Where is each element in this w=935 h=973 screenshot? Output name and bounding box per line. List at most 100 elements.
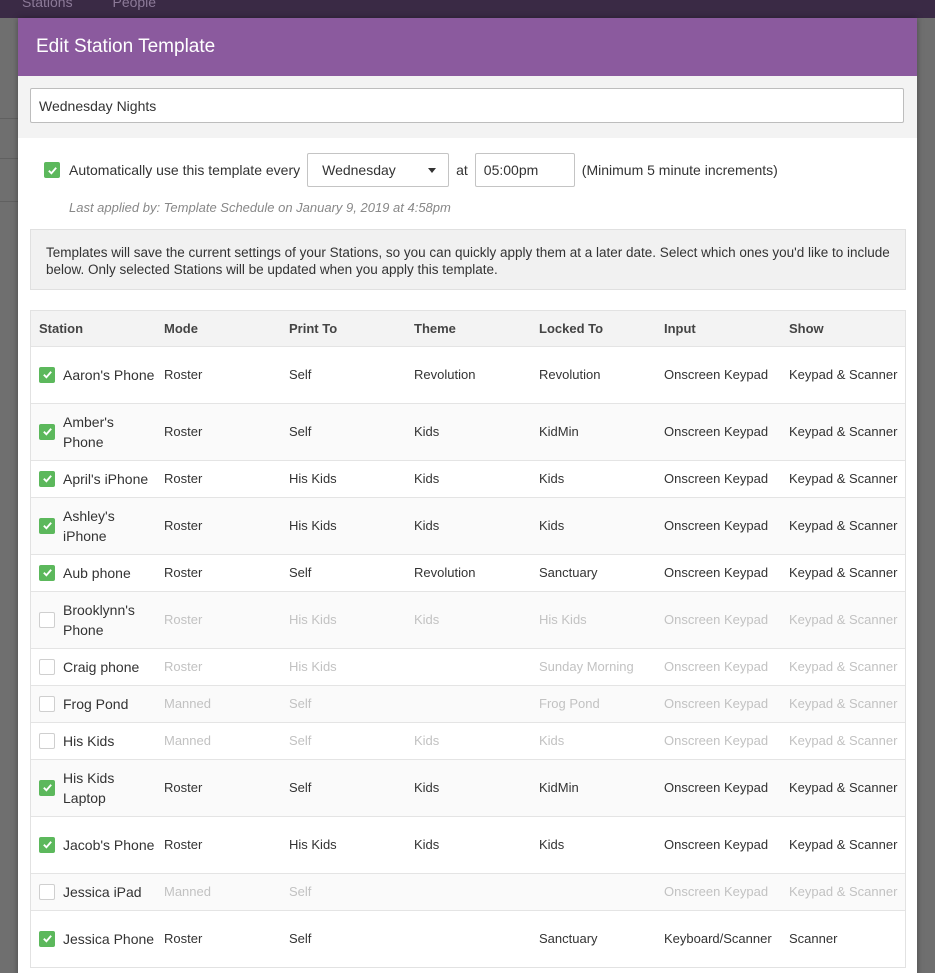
check-icon (42, 841, 52, 849)
last-applied-text: Last applied by: Template Schedule on Ja… (69, 200, 451, 215)
check-icon (42, 371, 52, 379)
station-checkbox[interactable] (39, 695, 55, 712)
cell-locked-to: Sanctuary (531, 909, 656, 967)
cell-theme: Revolution (406, 553, 531, 591)
cell-locked-to: Sunday Morning (531, 647, 656, 685)
table-row: His Kids Manned Self Kids Kids Onscreen Keypa… (31, 721, 905, 759)
cell-input: Onscreen Keypad (656, 684, 781, 722)
station-name: Jessica iPad (63, 883, 142, 900)
station-name: His Kids (63, 732, 115, 749)
station-checkbox[interactable] (39, 836, 55, 853)
cell-theme: Kids (406, 496, 531, 554)
station-cell: His Kids (31, 721, 156, 759)
check-icon (42, 428, 52, 436)
station-cell-inner: His Kids (39, 731, 156, 751)
cell-theme (406, 872, 531, 910)
cell-show: Keypad & Scanner (781, 459, 905, 497)
station-cell: His Kids Laptop (31, 758, 156, 816)
background-nav-stations[interactable]: Stations (22, 0, 73, 10)
header-show: Show (781, 311, 905, 346)
table-row: Aaron's Phone Roster Self Revolution Revolut… (31, 345, 905, 403)
table-row: Frog Pond Manned Self Frog Pond Onscreen Key… (31, 684, 905, 722)
background-divider (0, 201, 18, 202)
cell-theme: Kids (406, 721, 531, 759)
cell-input: Onscreen Keypad (656, 815, 781, 873)
chevron-down-icon (428, 167, 437, 173)
background-divider (0, 158, 18, 159)
background-topbar: Stations People (0, 0, 935, 18)
cell-locked-to: Kids (531, 815, 656, 873)
time-input[interactable] (474, 153, 575, 187)
cell-input: Onscreen Keypad (656, 553, 781, 591)
header-input: Input (656, 311, 781, 346)
cell-print-to: His Kids (281, 590, 406, 648)
day-select[interactable]: Wednesday (307, 153, 450, 187)
cell-print-to: Self (281, 872, 406, 910)
station-name: Jessica Phone (63, 930, 155, 947)
cell-input: Onscreen Keypad (656, 721, 781, 759)
station-checkbox[interactable] (39, 611, 55, 628)
station-checkbox[interactable] (39, 930, 55, 947)
template-name-bar (18, 76, 917, 138)
cell-mode: Roster (156, 758, 281, 816)
cell-theme: Kids (406, 758, 531, 816)
station-checkbox[interactable] (39, 779, 55, 796)
table-row: Craig phone Roster His Kids Sunday Morning O… (31, 647, 905, 685)
cell-locked-to: Frog Pond (531, 684, 656, 722)
cell-show: Keypad & Scanner (781, 496, 905, 554)
template-name-input[interactable] (30, 88, 904, 123)
station-cell: Frog Pond (31, 684, 156, 722)
cell-locked-to: Revolution (531, 345, 656, 403)
schedule-label: Automatically use this template every (69, 162, 301, 178)
cell-theme: Kids (406, 402, 531, 460)
check-icon (42, 935, 52, 943)
check-icon (42, 784, 52, 792)
background-nav-people[interactable]: People (112, 0, 156, 10)
station-cell-inner: Aub phone (39, 563, 156, 583)
station-cell: Jessica Phone (31, 909, 156, 967)
cell-theme: Revolution (406, 345, 531, 403)
station-checkbox[interactable] (39, 366, 55, 383)
station-checkbox[interactable] (39, 658, 55, 675)
cell-locked-to: His Kids (531, 590, 656, 648)
cell-show: Keypad & Scanner (781, 684, 905, 722)
table-row: Ashley's iPhone Roster His Kids Kids Kids Ons… (31, 496, 905, 554)
cell-show: Keypad & Scanner (781, 758, 905, 816)
station-checkbox[interactable] (39, 517, 55, 534)
station-checkbox[interactable] (39, 423, 55, 440)
station-checkbox[interactable] (39, 732, 55, 749)
cell-print-to: Self (281, 345, 406, 403)
station-cell: Ashley's iPhone (31, 496, 156, 554)
table-row: Jacob's Phone Roster His Kids Kids Kids Onscr… (31, 815, 905, 873)
table-row: Amber's Phone Roster Self Kids KidMin Onscree… (31, 402, 905, 460)
schedule-checkbox[interactable] (44, 162, 60, 178)
cell-locked-to: Sanctuary (531, 553, 656, 591)
station-checkbox[interactable] (39, 564, 55, 581)
cell-theme (406, 684, 531, 722)
station-cell: Amber's Phone (31, 402, 156, 460)
cell-show: Keypad & Scanner (781, 402, 905, 460)
check-icon (42, 522, 52, 530)
station-cell: April's iPhone (31, 459, 156, 497)
cell-locked-to: Kids (531, 459, 656, 497)
stations-table-wrapper: Station Mode Print To Theme Locked To In… (30, 310, 906, 968)
station-cell: Craig phone (31, 647, 156, 685)
cell-print-to: Self (281, 684, 406, 722)
stations-table: Station Mode Print To Theme Locked To In… (31, 311, 905, 967)
station-cell-inner: Aaron's Phone (39, 365, 156, 385)
background-nav: Stations People (22, 0, 192, 10)
station-name: Craig phone (63, 658, 140, 675)
station-checkbox[interactable] (39, 883, 55, 900)
increment-note: (Minimum 5 minute increments) (581, 162, 778, 178)
cell-show: Keypad & Scanner (781, 553, 905, 591)
cell-mode: Roster (156, 909, 281, 967)
cell-locked-to (531, 872, 656, 910)
cell-mode: Roster (156, 647, 281, 685)
cell-theme: Kids (406, 459, 531, 497)
cell-mode: Manned (156, 872, 281, 910)
station-cell-inner: April's iPhone (39, 469, 156, 489)
cell-input: Onscreen Keypad (656, 872, 781, 910)
station-cell-inner: Jacob's Phone (39, 835, 156, 855)
cell-mode: Roster (156, 402, 281, 460)
station-checkbox[interactable] (39, 470, 55, 487)
